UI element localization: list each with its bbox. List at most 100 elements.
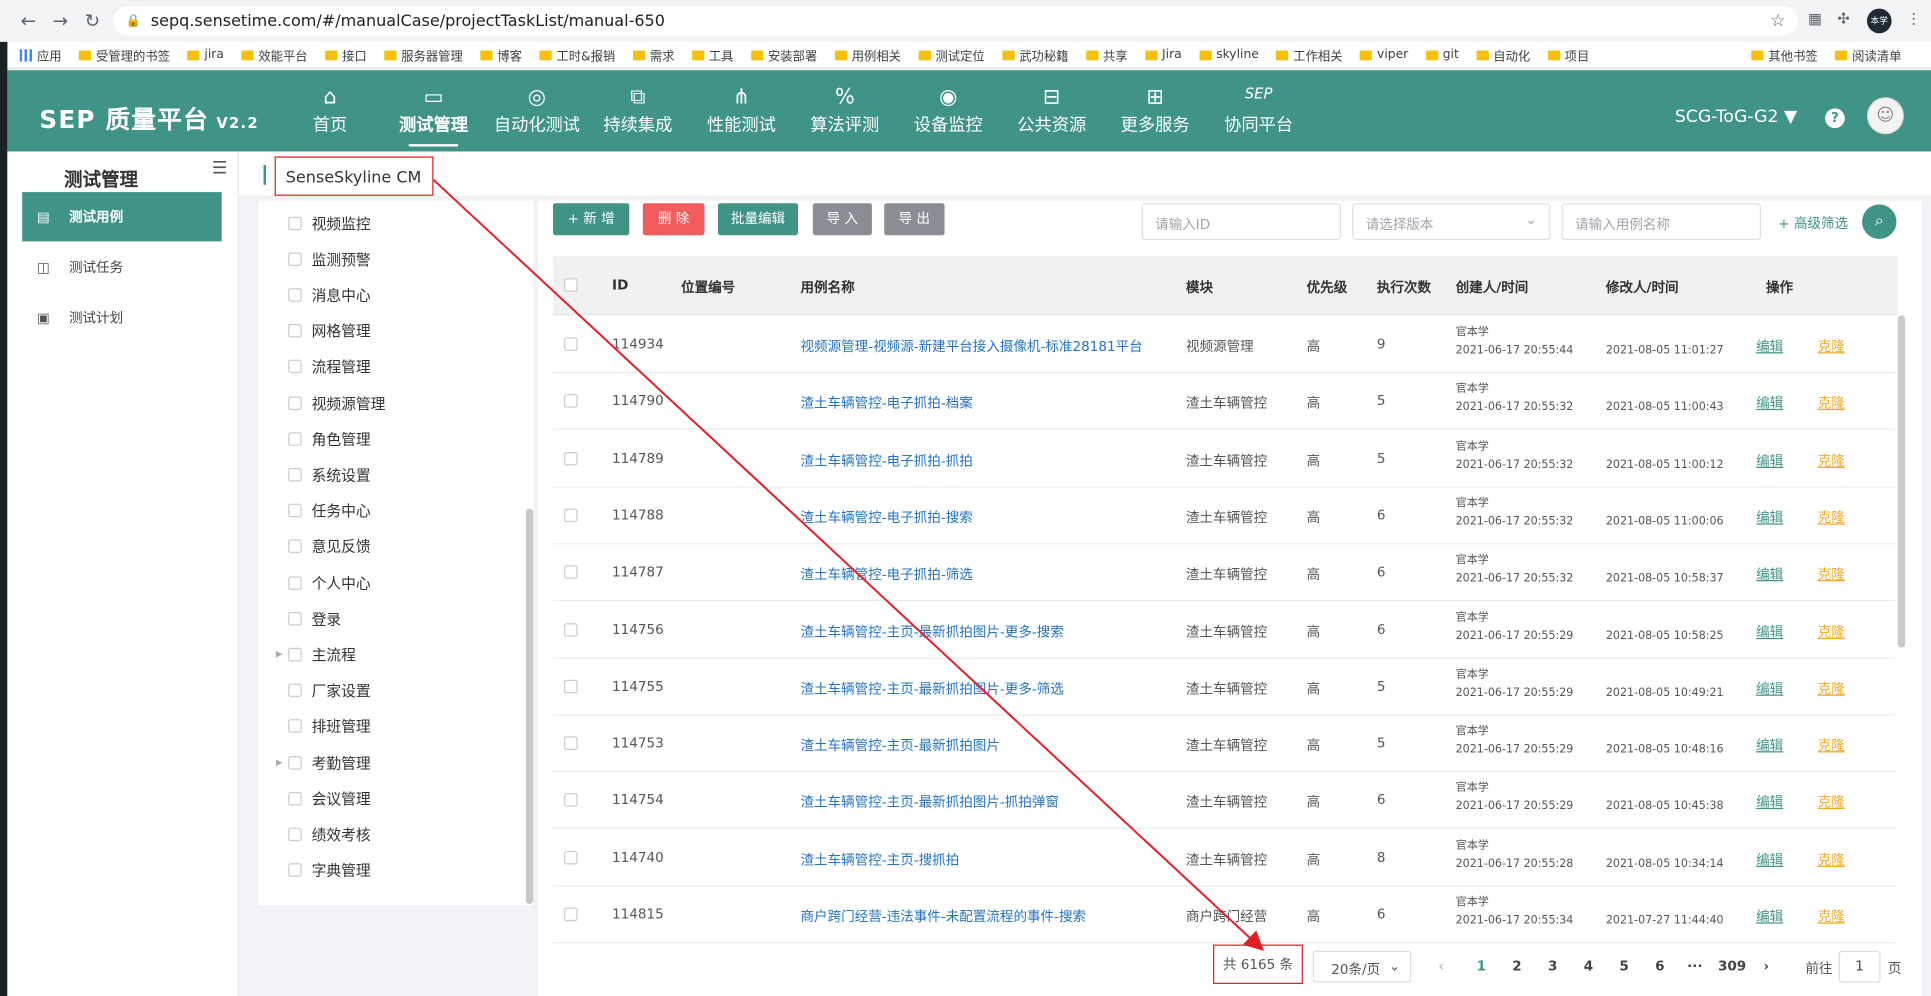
bookmark-item[interactable]: 接口 <box>324 46 367 64</box>
table-row[interactable]: 114756 渣土车辆管控-主页-最新抓拍图片-更多-搜索 渣土车辆管控 高 6 官本学 2… <box>552 602 1896 659</box>
clone-link[interactable]: 克隆 <box>1818 621 1845 641</box>
user-avatar[interactable]: ☺ <box>1866 97 1904 135</box>
tree-node[interactable]: 角色管理 <box>288 426 371 451</box>
nav-item[interactable]: ▭ 测试管理 <box>384 70 483 151</box>
page-number[interactable]: 6 <box>1655 958 1664 974</box>
reload-icon[interactable]: ↻ <box>76 10 108 32</box>
edit-link[interactable]: 编辑 <box>1756 849 1783 869</box>
table-row[interactable]: 114753 渣土车辆管控-主页-最新抓拍图片 渣土车辆管控 高 5 官本学 2021-06… <box>552 716 1896 773</box>
bookmark-item[interactable]: jira <box>187 48 224 62</box>
case-name-link[interactable]: 渣土车辆管控-主页-最新抓拍图片 <box>800 735 999 755</box>
nav-item[interactable]: ⋔ 性能测试 <box>692 70 791 151</box>
tree-checkbox[interactable] <box>288 323 302 338</box>
row-checkbox[interactable] <box>564 907 578 922</box>
tree-checkbox[interactable] <box>288 683 302 698</box>
tree-checkbox[interactable] <box>288 288 302 302</box>
row-checkbox[interactable] <box>564 736 578 751</box>
profile-avatar[interactable]: 本学 <box>1866 8 1892 34</box>
clone-link[interactable]: 克隆 <box>1818 906 1845 926</box>
search-icon[interactable]: ⌕ <box>1862 204 1897 239</box>
bookmark-item[interactable]: 共享 <box>1085 46 1128 64</box>
page-number[interactable]: 4 <box>1584 958 1593 974</box>
table-row[interactable]: 114788 渣土车辆管控-电子抓拍-搜索 渣土车辆管控 高 6 官本学 2021-06-1… <box>552 488 1896 545</box>
tree-node[interactable]: 监测预警 <box>288 247 371 272</box>
bookmark-item[interactable]: Jira <box>1144 48 1182 62</box>
page-number[interactable]: 2 <box>1512 958 1521 974</box>
edit-link[interactable]: 编辑 <box>1756 564 1783 584</box>
bookmark-item[interactable]: 项目 <box>1547 46 1589 64</box>
edit-link[interactable]: 编辑 <box>1756 792 1783 812</box>
star-icon[interactable]: ☆ <box>1770 11 1785 31</box>
edit-link[interactable]: 编辑 <box>1756 621 1783 641</box>
bookmark-item[interactable]: 安装部署 <box>750 46 817 64</box>
edit-link[interactable]: 编辑 <box>1756 393 1783 413</box>
import-button[interactable]: 导 入 <box>812 203 872 236</box>
case-name-link[interactable]: 渣土车辆管控-主页-最新抓拍图片-更多-搜索 <box>800 621 1063 641</box>
tree-checkbox[interactable] <box>288 791 302 806</box>
clone-link[interactable]: 克隆 <box>1818 336 1845 356</box>
tree-checkbox[interactable] <box>288 863 302 877</box>
nav-item[interactable]: ◉ 设备监控 <box>899 70 998 151</box>
team-selector[interactable]: SCG-ToG-G2 ▼ <box>1675 107 1797 127</box>
tree-checkbox[interactable] <box>288 827 302 841</box>
case-name-input[interactable]: 请输入用例名称 <box>1561 203 1762 241</box>
extension-icon[interactable]: ✣ <box>1837 10 1849 27</box>
nav-item[interactable]: ⌂ 首页 <box>281 70 380 151</box>
select-all-checkbox[interactable] <box>564 278 578 292</box>
tree-node[interactable]: 绩效考核 <box>288 822 371 847</box>
row-checkbox[interactable] <box>564 793 578 808</box>
tree-node[interactable]: 系统设置 <box>288 462 371 487</box>
bookmark-item[interactable]: 服务器管理 <box>383 46 463 64</box>
forward-icon[interactable]: → <box>44 10 76 32</box>
bookmark-item[interactable]: 受管理的书签 <box>78 46 170 64</box>
nav-item[interactable]: ◎ 自动化测试 <box>488 70 587 151</box>
tree-checkbox[interactable] <box>288 575 302 590</box>
tree-checkbox[interactable] <box>288 719 302 734</box>
tree-checkbox[interactable] <box>288 395 302 410</box>
bookmark-item[interactable]: 工作相关 <box>1276 46 1343 64</box>
clone-link[interactable]: 克隆 <box>1818 849 1845 869</box>
bookmark-item[interactable]: 其他书签 <box>1751 46 1818 64</box>
page-size-select[interactable]: 20条/页 ⌄ <box>1312 950 1412 983</box>
help-icon[interactable]: ? <box>1825 108 1845 129</box>
row-checkbox[interactable] <box>564 508 578 523</box>
case-name-link[interactable]: 渣土车辆管控-主页-最新抓拍图片-更多-筛选 <box>800 678 1063 698</box>
case-name-link[interactable]: 渣土车辆管控-电子抓拍-搜索 <box>800 507 972 527</box>
tree-node[interactable]: 消息中心 <box>288 282 371 307</box>
tree-checkbox[interactable] <box>288 611 302 626</box>
bookmark-item[interactable]: 武功秘籍 <box>1001 46 1068 64</box>
bookmark-item[interactable]: 自动化 <box>1476 46 1530 64</box>
tree-node[interactable]: 登录 <box>288 606 341 631</box>
row-checkbox[interactable] <box>564 394 578 408</box>
bookmark-item[interactable]: 用例相关 <box>834 46 901 64</box>
id-search-input[interactable]: 请输入ID <box>1141 203 1342 241</box>
clone-link[interactable]: 克隆 <box>1818 393 1845 413</box>
table-row[interactable]: 114787 渣土车辆管控-电子抓拍-筛选 渣土车辆管控 高 6 官本学 2021-06-1… <box>552 545 1896 602</box>
case-name-link[interactable]: 渣土车辆管控-主页-最新抓拍图片-抓拍弹窗 <box>800 792 1059 812</box>
sidebar-item-test-tasks[interactable]: ◫ 测试任务 <box>22 243 222 292</box>
bookmark-item[interactable]: 需求 <box>632 46 674 64</box>
tree-node[interactable]: 视频源管理 <box>288 390 385 415</box>
row-checkbox[interactable] <box>564 565 578 580</box>
tree-node[interactable]: ▶ 考勤管理 <box>276 750 371 775</box>
caret-right-icon[interactable]: ▶ <box>276 649 283 659</box>
nav-item[interactable]: % 算法评测 <box>796 70 895 151</box>
row-checkbox[interactable] <box>564 622 578 637</box>
caret-right-icon[interactable]: ▶ <box>276 757 283 767</box>
project-name[interactable]: SenseSkyline CM <box>274 156 434 196</box>
case-name-link[interactable]: 商户跨门经营-违法事件-未配置流程的事件-搜索 <box>800 906 1086 926</box>
tree-node[interactable]: 视频监控 <box>288 211 371 236</box>
page-number[interactable]: 3 <box>1548 958 1557 974</box>
tree-checkbox[interactable] <box>288 647 302 662</box>
table-row[interactable]: 114755 渣土车辆管控-主页-最新抓拍图片-更多-筛选 渣土车辆管控 高 5 官本学 2… <box>552 659 1896 716</box>
tree-checkbox[interactable] <box>288 539 302 554</box>
row-checkbox[interactable] <box>564 679 578 694</box>
tree-checkbox[interactable] <box>288 252 302 266</box>
tree-checkbox[interactable] <box>288 431 302 446</box>
edit-link[interactable]: 编辑 <box>1756 678 1783 698</box>
page-number[interactable]: 1 <box>1477 958 1486 974</box>
tree-node[interactable]: 会议管理 <box>288 786 371 811</box>
goto-page-input[interactable]: 1 <box>1838 950 1881 983</box>
delete-button[interactable]: 删 除 <box>642 203 705 236</box>
row-checkbox[interactable] <box>564 337 578 351</box>
